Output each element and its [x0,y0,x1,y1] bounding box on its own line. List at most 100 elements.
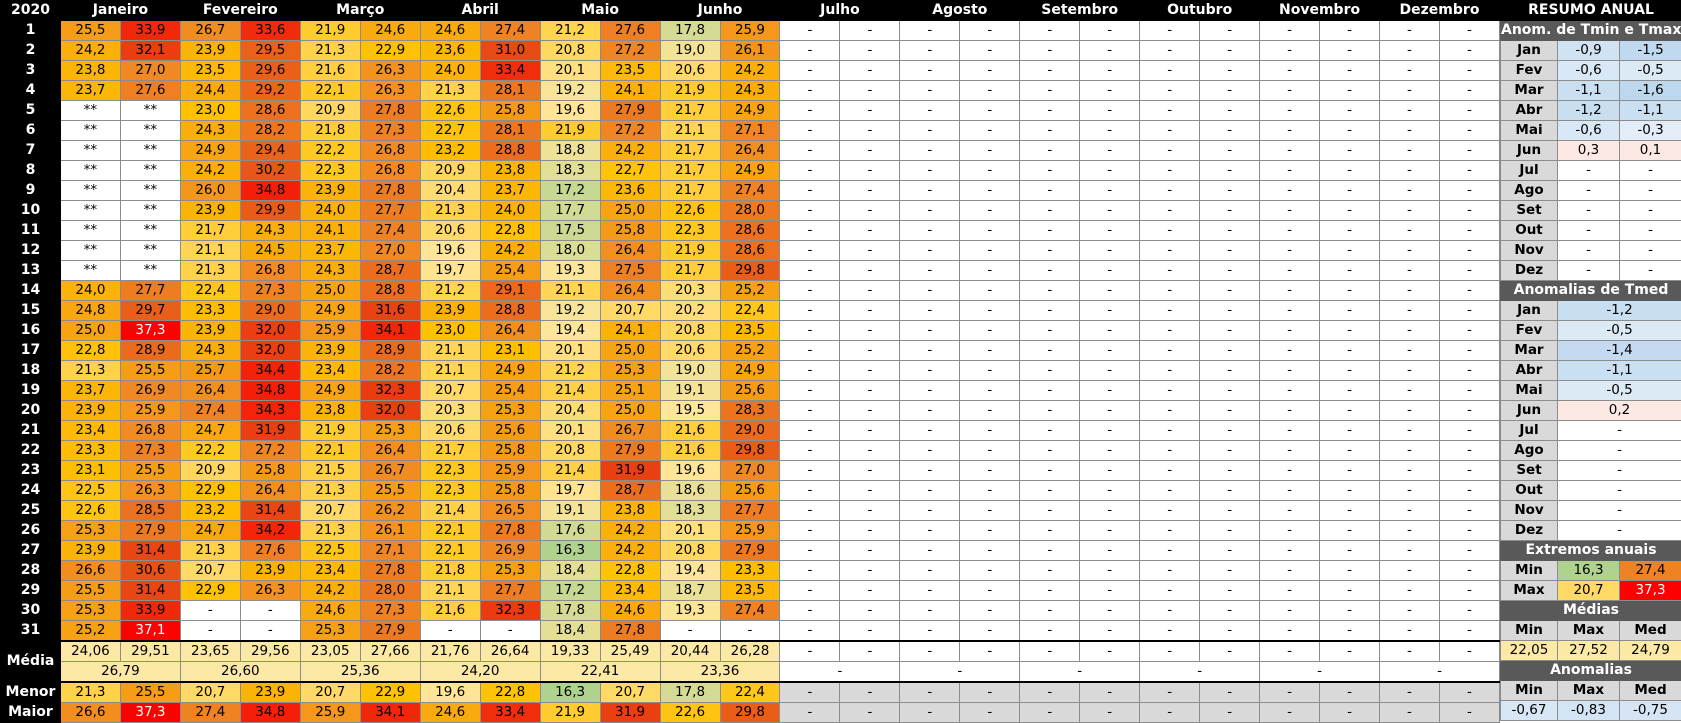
temp-cell-empty: - [1260,421,1320,441]
temp-cell: 27,4 [360,221,420,241]
temp-cell-empty: - [840,341,900,361]
temp-cell: 32,0 [240,321,300,341]
temp-cell-empty: - [1140,401,1200,421]
temp-cell-empty: - [1320,501,1380,521]
temp-cell-empty: - [1080,501,1140,521]
temp-cell: 34,3 [240,401,300,421]
temp-cell: 27,2 [600,121,660,141]
temp-cell-empty: - [1020,81,1080,101]
day-row: 1625,037,323,932,025,934,123,026,419,424… [1,321,1500,341]
temp-cell: 24,9 [720,161,780,181]
day-number: 28 [1,561,61,581]
min-cell-empty: - [1260,682,1320,703]
temp-cell-empty: - [1260,221,1320,241]
temp-cell-empty: - [1320,381,1380,401]
temp-cell-empty: - [1200,121,1260,141]
temp-cell-empty: - [780,361,840,381]
temp-cell-empty: - [1020,481,1080,501]
temp-cell-empty: - [1020,121,1080,141]
temp-cell: 26,1 [720,41,780,61]
temp-cell: 22,7 [420,121,480,141]
min-cell-empty: - [1080,682,1140,703]
temp-cell: 17,7 [540,201,600,221]
month-abbr: Jan [1501,301,1558,321]
month-header: Abril [420,1,540,21]
temp-cell-empty: - [1080,541,1140,561]
temp-cell-empty: - [1439,481,1499,501]
temp-cell-empty: - [1140,241,1200,261]
tmed-row: Mar-1,4 [1501,341,1681,361]
temperature-sheet: { "year": "2020", "months": ["Janeiro","… [0,0,1681,689]
temp-cell: 24,6 [420,21,480,41]
temp-cell: 26,4 [240,481,300,501]
temp-cell: 32,3 [360,381,420,401]
anomalias-min-header: Min [1501,681,1558,701]
max-cell: 31,9 [600,703,660,723]
temp-cell: 25,3 [60,521,120,541]
min-cell: 22,4 [720,682,780,703]
month-abbr: Jan [1501,41,1558,61]
temp-cell: 24,9 [300,381,360,401]
temp-cell-empty: - [840,21,900,41]
temp-cell: 24,9 [720,101,780,121]
temp-cell-empty: - [1140,201,1200,221]
temp-cell: 30,2 [240,161,300,181]
temp-cell: 24,3 [180,341,240,361]
medias-value: 22,05 [1501,641,1558,661]
month-abbr: Mar [1501,341,1558,361]
temp-cell-empty: - [780,401,840,421]
min-cell-empty: - [1320,682,1380,703]
temp-cell: 29,7 [120,301,180,321]
temp-cell: 20,7 [420,381,480,401]
day-row: 9****26,034,823,927,820,423,717,223,621,… [1,181,1500,201]
temp-cell-empty: - [1020,361,1080,381]
temp-cell: 21,8 [420,561,480,581]
temp-cell-empty: - [1200,401,1260,421]
anom-max-cell: - [1620,261,1681,281]
temp-cell: 25,5 [120,361,180,381]
temp-cell-empty: - [1020,101,1080,121]
temp-cell-empty: - [840,121,900,141]
day-number: 20 [1,401,61,421]
temp-cell-empty: - [1020,441,1080,461]
temp-cell: 18,7 [660,581,720,601]
temp-cell-empty: - [840,521,900,541]
temp-cell: 27,4 [720,181,780,201]
max-cell: 26,6 [60,703,120,723]
temp-cell-empty: - [1439,321,1499,341]
temp-cell: 20,3 [420,401,480,421]
tmed-row: Abr-1,1 [1501,361,1681,381]
temp-cell-empty: - [1260,241,1320,261]
temp-cell: 19,7 [540,481,600,501]
temp-cell-empty: - [780,501,840,521]
temp-cell: 28,3 [720,401,780,421]
temp-cell: 32,0 [360,401,420,421]
anom-min-cell: -0,6 [1558,61,1620,81]
temp-cell: 22,4 [180,281,240,301]
temp-cell-empty: - [1320,261,1380,281]
temp-cell-empty: - [1140,301,1200,321]
temp-cell: 23,5 [600,61,660,81]
month-header: Outubro [1140,1,1260,21]
temp-cell: 25,3 [600,361,660,381]
month-header: Junho [660,1,780,21]
temp-cell: 23,9 [420,301,480,321]
temp-cell-empty: - [900,181,960,201]
temp-cell-empty: - [780,41,840,61]
min-cell: 22,8 [480,682,540,703]
temp-cell-empty: - [840,381,900,401]
temp-cell: 17,6 [540,521,600,541]
anom-med-cell: - [1558,481,1681,501]
temp-cell: 20,9 [420,161,480,181]
temp-cell-empty: - [960,261,1020,281]
temp-cell: 21,3 [300,481,360,501]
temp-cell: 21,6 [660,421,720,441]
temp-cell-empty: - [840,481,900,501]
temp-cell-empty: - [1320,221,1380,241]
mean-minmax-cell: 29,56 [240,641,300,662]
temp-cell-empty: - [1200,101,1260,121]
mean-minmax-empty: - [1140,641,1200,662]
month-header: Julho [780,1,900,21]
temp-cell-empty: - [900,581,960,601]
temp-cell: 29,2 [240,81,300,101]
